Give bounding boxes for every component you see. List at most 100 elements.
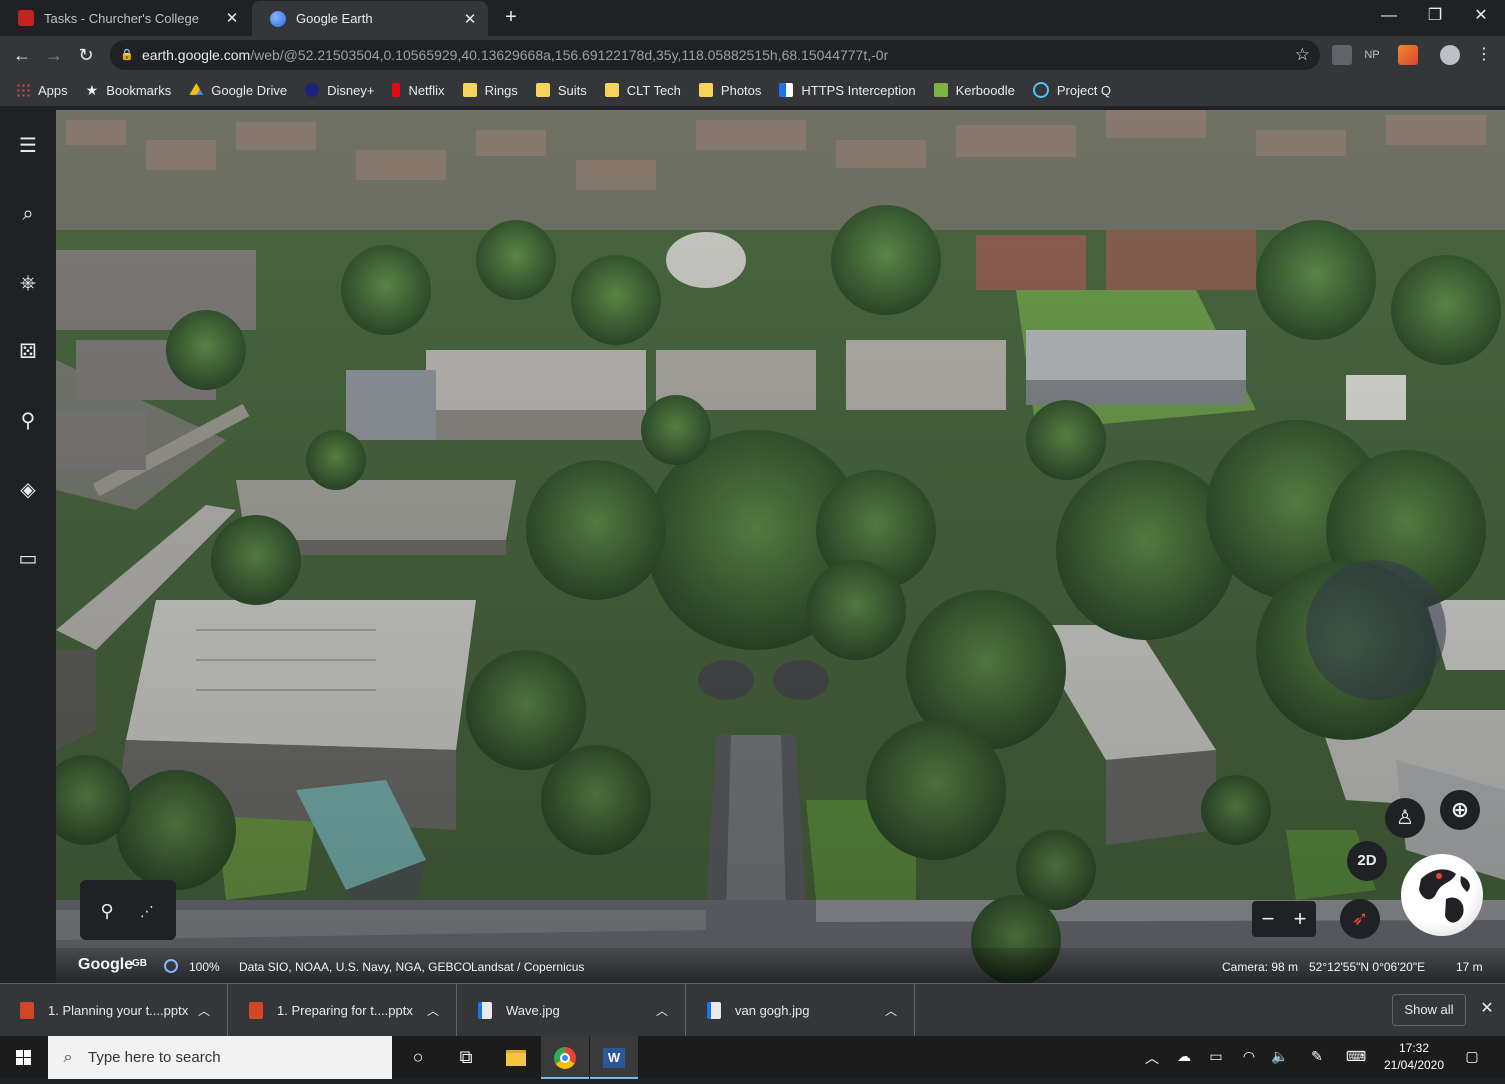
url-text[interactable]: earth.google.com/web/@52.21503504,0.1056… <box>142 47 888 63</box>
folder-icon <box>698 83 713 97</box>
powerpoint-file-icon <box>20 1002 34 1019</box>
bookmark-https-interception[interactable]: HTTPS Interception <box>779 83 916 98</box>
download-item[interactable]: van gogh.jpg ︿ <box>687 984 915 1037</box>
chevron-up-icon[interactable]: ︿ <box>651 1002 673 1019</box>
bookmark-project-q[interactable]: Project Q <box>1032 82 1112 98</box>
bookmark-disney[interactable]: Disney+ <box>305 83 374 98</box>
bookmark-star-icon[interactable]: ☆ <box>1295 45 1310 65</box>
download-item[interactable]: 1. Preparing for t....pptx ︿ <box>229 984 457 1037</box>
imagery-credits[interactable]: Landsat / Copernicus <box>471 960 584 974</box>
map-style-layers-icon[interactable]: ◈ <box>14 476 42 504</box>
windows-start-button[interactable] <box>0 1036 48 1079</box>
bookmark-photos[interactable]: Photos <box>698 82 762 98</box>
aerial-imagery[interactable] <box>56 110 1505 983</box>
bookmark-label: Rings <box>484 82 518 98</box>
google-earth-favicon-icon <box>270 10 286 27</box>
lock-icon[interactable]: 🔒 <box>120 49 134 61</box>
pegman-street-view-icon[interactable]: ♙ <box>1385 798 1425 838</box>
taskbar-search-box[interactable]: ⌕ Type here to search <box>48 1036 392 1079</box>
add-placemark-icon[interactable]: ⚲ <box>94 898 120 924</box>
tab-title: Tasks - Churcher's College <box>44 10 199 26</box>
hamburger-menu-icon[interactable]: ☰ <box>14 132 42 160</box>
address-bar[interactable]: 🔒 earth.google.com/web/@52.21503504,0.10… <box>110 40 1320 70</box>
zoom-in-icon[interactable]: + <box>1284 905 1316 933</box>
kebab-menu-icon[interactable]: ⋮ <box>1474 45 1494 65</box>
compass-icon[interactable]: ➶ <box>1340 899 1380 939</box>
bookmark-label: Disney+ <box>327 82 375 98</box>
loading-percent: 100% <box>189 960 220 974</box>
extension-office-icon[interactable] <box>1398 45 1418 65</box>
window-close-icon[interactable]: ✕ <box>1458 0 1504 32</box>
projects-pin-icon[interactable]: ⚲ <box>14 407 42 435</box>
bookmark-clt-tech[interactable]: CLT Tech <box>604 83 681 98</box>
download-item[interactable]: Wave.jpg ︿ <box>458 984 686 1037</box>
bookmark-bookmarks[interactable]: ★ Bookmarks <box>86 82 172 99</box>
url-host: earth.google.com <box>142 47 251 63</box>
pen-icon[interactable]: ✎ <box>1306 1048 1328 1065</box>
minimize-icon[interactable]: — <box>1366 0 1412 32</box>
globe-mini-map-icon[interactable] <box>1401 854 1483 936</box>
globe-continents <box>1419 869 1470 923</box>
chevron-up-icon[interactable]: ︿ <box>422 1002 444 1019</box>
restore-icon[interactable]: ❐ <box>1412 0 1458 32</box>
search-icon: ⌕ <box>63 1048 73 1066</box>
satellite-3d-view[interactable]: ⚲ ⋰ ♙ ⊕ 2D − + ➶ Google GB 100% Data SIO… <box>56 110 1505 983</box>
bookmark-apps[interactable]: Apps <box>16 83 68 98</box>
tab-close-icon[interactable]: ✕ <box>222 9 242 27</box>
notifications-icon[interactable]: ▢ <box>1461 1048 1483 1065</box>
chevron-up-icon[interactable]: ︿ <box>880 1002 902 1019</box>
bookmark-label: Photos <box>720 82 762 98</box>
forward-arrow-icon[interactable]: → <box>42 43 66 67</box>
feeling-lucky-dice-icon[interactable]: ⚄ <box>14 338 42 366</box>
toggle-2d-button[interactable]: 2D <box>1347 841 1387 881</box>
bookmark-netflix[interactable]: Netflix <box>392 83 445 98</box>
download-item[interactable]: 1. Planning your t....pptx ︿ <box>0 984 228 1037</box>
onedrive-cloud-icon[interactable]: ☁ <box>1173 1048 1195 1065</box>
extension-np-icon[interactable]: NP <box>1362 45 1382 65</box>
task-view-icon[interactable]: ⧉ <box>442 1036 490 1079</box>
region-label: GB <box>132 958 147 969</box>
image-file-icon <box>478 1002 492 1019</box>
voyager-wheel-icon[interactable]: ⎈ <box>14 269 42 297</box>
bookmark-rings[interactable]: Rings <box>462 82 518 98</box>
show-hidden-icons-icon[interactable]: ︿ <box>1141 1048 1163 1068</box>
zoom-out-icon[interactable]: − <box>1252 905 1284 933</box>
tab-google-earth[interactable]: Google Earth ✕ <box>252 1 488 36</box>
new-tab-icon[interactable]: + <box>500 6 522 28</box>
bookmark-kerboodle[interactable]: Kerboodle <box>933 83 1015 98</box>
download-name: Wave.jpg <box>506 1003 560 1018</box>
loading-ring-icon <box>164 959 178 973</box>
measure-ruler-icon[interactable]: ▭ <box>14 545 42 573</box>
reload-icon[interactable]: ↻ <box>74 43 98 67</box>
bookmark-label: Apps <box>38 82 68 98</box>
back-arrow-icon[interactable]: ← <box>10 43 34 67</box>
bookmark-label: Project Q <box>1056 82 1112 98</box>
close-downloads-icon[interactable]: ✕ <box>1476 998 1498 1020</box>
taskbar-clock[interactable]: 17:32 21/04/2020 <box>1382 1040 1446 1074</box>
kerboodle-icon <box>933 83 948 97</box>
show-all-downloads-button[interactable]: Show all <box>1392 994 1466 1026</box>
keyboard-icon[interactable]: ⌨ <box>1345 1048 1367 1065</box>
data-credits[interactable]: Data SIO, NOAA, U.S. Navy, NGA, GEBCO <box>239 960 472 974</box>
search-icon[interactable]: ⌕ <box>14 200 42 228</box>
bookmark-label: Google Drive <box>211 82 288 98</box>
battery-icon[interactable]: ▭ <box>1205 1048 1227 1065</box>
chrome-taskbar-icon[interactable] <box>541 1036 589 1079</box>
extension-icon[interactable] <box>1332 45 1352 65</box>
draw-path-icon[interactable]: ⋰ <box>134 898 160 924</box>
scale-readout: 17 m <box>1456 960 1483 974</box>
cortana-icon[interactable]: ○ <box>394 1036 442 1079</box>
volume-icon[interactable]: 🔈 <box>1269 1048 1291 1065</box>
word-taskbar-icon[interactable]: W <box>590 1036 638 1079</box>
tab-tasks[interactable]: Tasks - Churcher's College ✕ <box>0 0 250 36</box>
bookmark-suits[interactable]: Suits <box>535 83 587 98</box>
bookmark-google-drive[interactable]: Google Drive <box>189 83 287 98</box>
profile-avatar[interactable] <box>1440 45 1460 65</box>
google-drive-icon <box>189 83 204 95</box>
wifi-icon[interactable]: ◠ <box>1238 1048 1260 1065</box>
downloads-bar: 1. Planning your t....pptx ︿ 1. Preparin… <box>0 983 1505 1037</box>
my-location-icon[interactable]: ⊕ <box>1440 790 1480 830</box>
file-explorer-icon[interactable] <box>492 1036 540 1079</box>
chevron-up-icon[interactable]: ︿ <box>193 1002 215 1019</box>
tab-close-icon[interactable]: ✕ <box>460 10 480 28</box>
